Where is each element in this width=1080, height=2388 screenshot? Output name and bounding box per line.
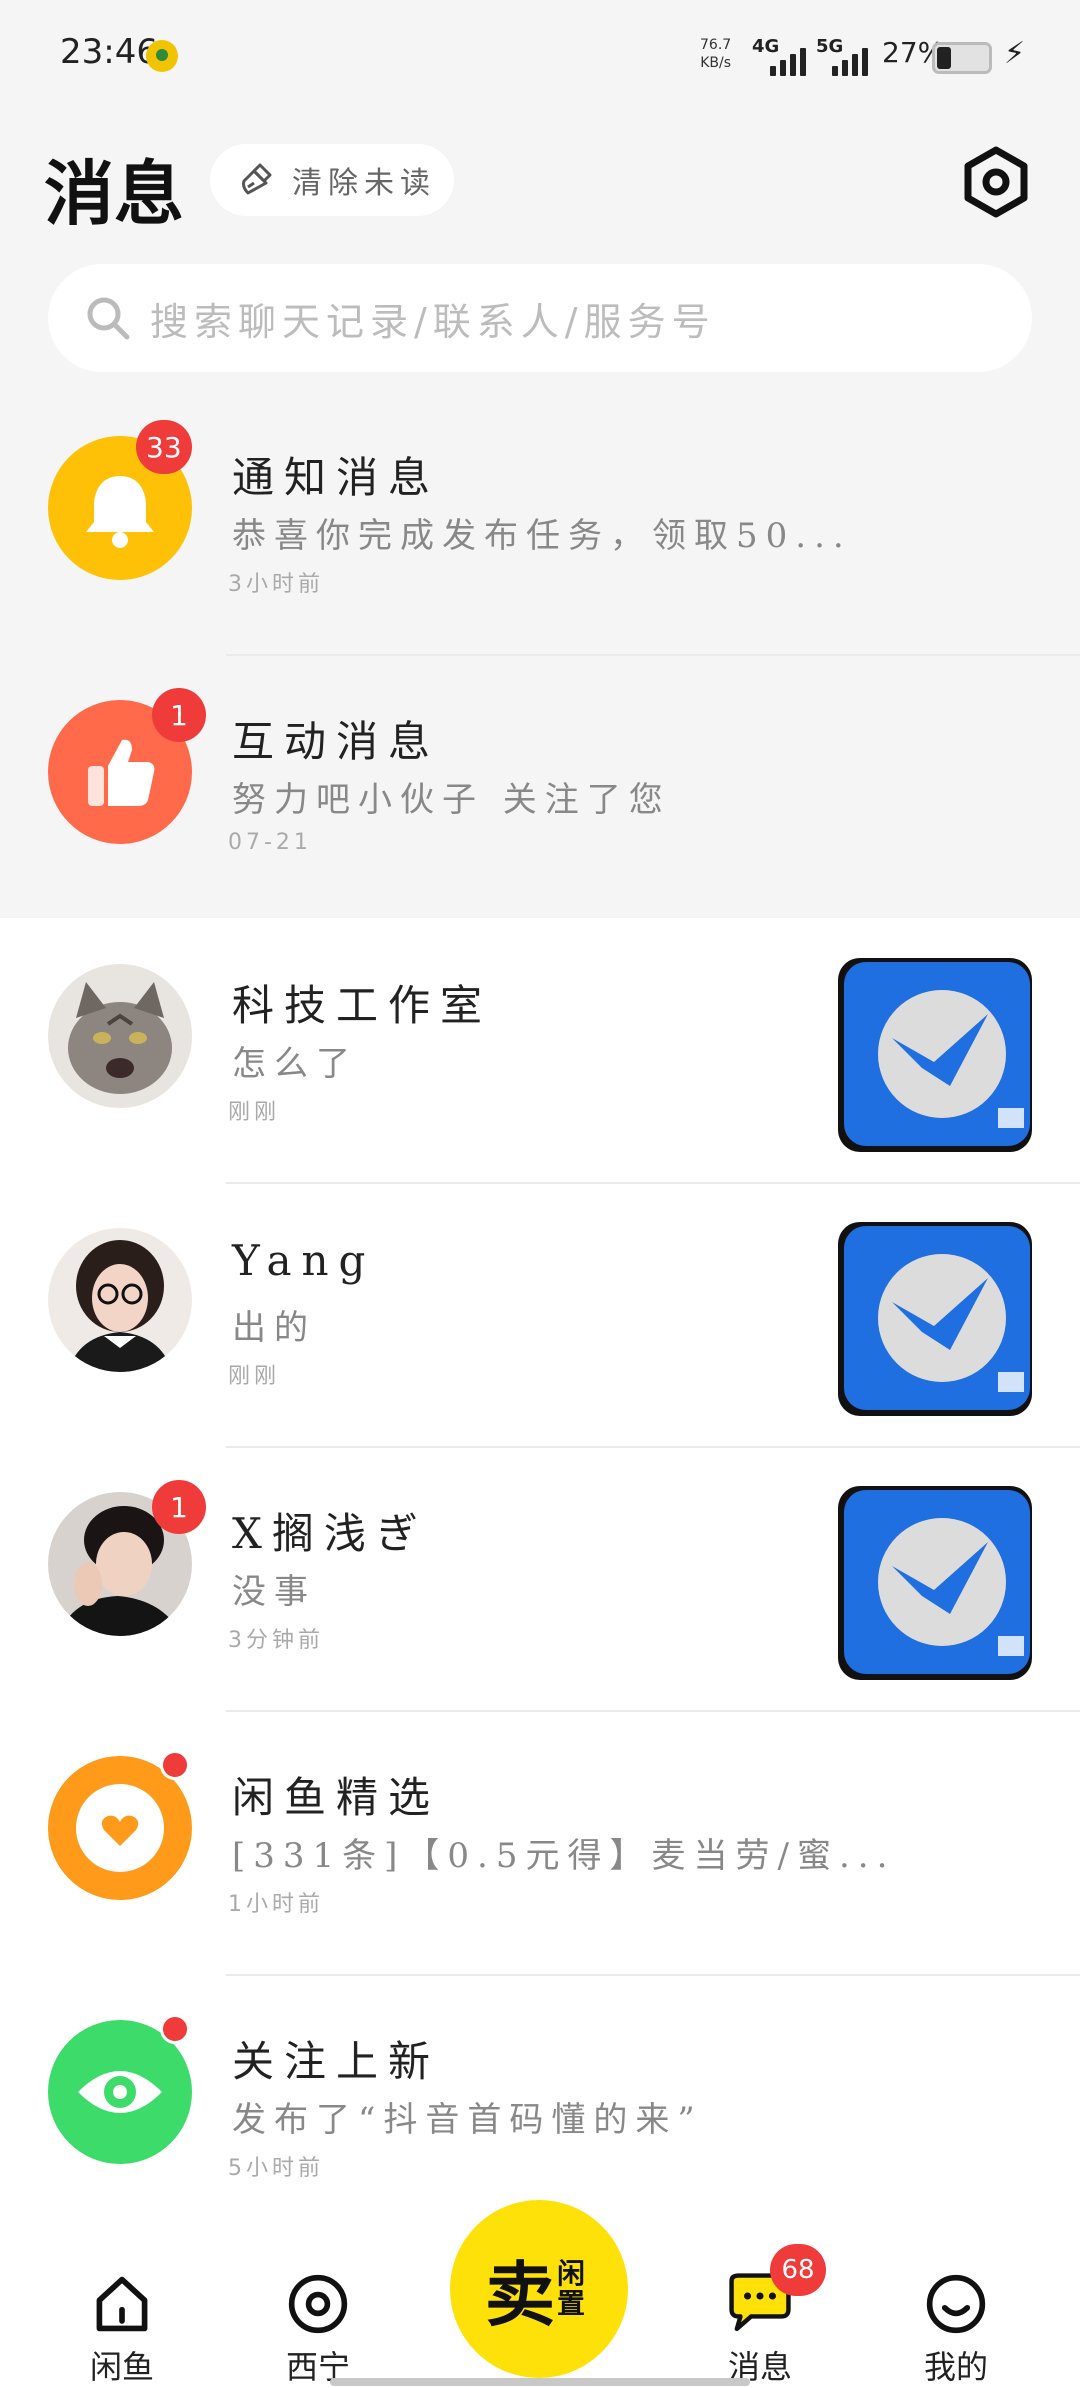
message-preview: 努力吧小伙子 关注了您 bbox=[232, 780, 671, 820]
list-item-chat[interactable]: 科技工作室 怎么了 刚刚 bbox=[0, 918, 1080, 1182]
list-item-chat[interactable]: Yang 出的 刚刚 bbox=[0, 1182, 1080, 1446]
app-thumbnail[interactable] bbox=[838, 958, 1032, 1152]
woman-glasses-avatar bbox=[48, 1228, 192, 1372]
unread-badge: 1 bbox=[152, 688, 206, 742]
tab-home[interactable]: 闲鱼 bbox=[52, 2272, 192, 2388]
cat-avatar bbox=[48, 964, 192, 1108]
message-title: 科技工作室 bbox=[232, 981, 493, 1030]
message-preview: 怎么了 bbox=[232, 1044, 358, 1084]
message-title: 通知消息 bbox=[232, 453, 441, 502]
tab-home-label: 闲鱼 bbox=[89, 2348, 154, 2386]
message-time: 07-21 bbox=[228, 830, 312, 855]
bottom-nav: 闲鱼 西宁 卖 闲置 消息 68 我的 bbox=[0, 2200, 1080, 2388]
list-item-chat[interactable]: 1 X搁浅ぎ 没事 3分钟前 bbox=[0, 1446, 1080, 1710]
messages-count-badge: 68 bbox=[770, 2244, 826, 2296]
tab-mine[interactable]: 我的 bbox=[886, 2272, 1026, 2388]
row-divider bbox=[226, 654, 1080, 656]
broom-icon bbox=[242, 163, 272, 195]
location-target-icon bbox=[288, 2274, 348, 2334]
list-item-follow[interactable]: 关注上新 发布了“抖音首码懂的来” 5小时前 bbox=[0, 1974, 1080, 2238]
home-indicator[interactable] bbox=[330, 2378, 750, 2386]
battery-icon bbox=[932, 42, 992, 74]
list-item-selection[interactable]: 闲鱼精选 [331条]【0.5元得】麦当劳/蜜... 1小时前 bbox=[0, 1710, 1080, 1974]
sell-button[interactable]: 卖 闲置 bbox=[450, 2200, 628, 2378]
message-title: 闲鱼精选 bbox=[232, 1773, 441, 1822]
charging-icon: ⚡ bbox=[1004, 36, 1026, 71]
row-divider bbox=[226, 1182, 1080, 1184]
network-speed: 76.7 KB/s bbox=[700, 36, 731, 72]
network-speed-value: 76.7 bbox=[700, 37, 732, 53]
search-placeholder: 搜索聊天记录/联系人/服务号 bbox=[150, 299, 716, 344]
message-preview: 出的 bbox=[232, 1308, 316, 1348]
message-preview: [331条]【0.5元得】麦当劳/蜜... bbox=[232, 1836, 896, 1876]
sell-main-label: 卖 bbox=[485, 2253, 555, 2336]
search-icon bbox=[87, 297, 130, 340]
search-input[interactable]: 搜索聊天记录/联系人/服务号 bbox=[48, 264, 1032, 372]
unread-dot bbox=[160, 1750, 190, 1780]
message-title: 互动消息 bbox=[232, 717, 441, 766]
app-notification-icon bbox=[146, 40, 178, 72]
sell-side-label: 闲置 bbox=[557, 2257, 586, 2320]
unread-dot bbox=[160, 2014, 190, 2044]
tab-city[interactable]: 西宁 bbox=[248, 2272, 388, 2388]
message-time: 刚刚 bbox=[228, 1100, 281, 1125]
message-title: 关注上新 bbox=[232, 2037, 441, 2086]
clear-unread-label: 清除未读 bbox=[292, 166, 436, 201]
settings-hex-icon bbox=[964, 146, 1028, 218]
message-time: 3小时前 bbox=[228, 572, 324, 597]
message-preview: 没事 bbox=[232, 1572, 316, 1612]
smiley-icon bbox=[926, 2274, 986, 2334]
home-icon bbox=[96, 2276, 148, 2332]
clear-unread-button[interactable]: 清除未读 bbox=[210, 144, 454, 216]
row-divider bbox=[226, 1710, 1080, 1712]
row-divider bbox=[226, 1974, 1080, 1976]
signal-bars-icon bbox=[832, 44, 868, 76]
message-time: 1小时前 bbox=[228, 1892, 324, 1917]
message-title: Yang bbox=[232, 1236, 376, 1285]
message-preview: 恭喜你完成发布任务，领取50... bbox=[232, 516, 852, 556]
list-item-notification[interactable]: 33 通知消息 恭喜你完成发布任务，领取50... 3小时前 bbox=[0, 390, 1080, 654]
message-title: X搁浅ぎ bbox=[232, 1509, 428, 1558]
message-time: 5小时前 bbox=[228, 2156, 324, 2181]
message-time: 3分钟前 bbox=[228, 1628, 324, 1653]
app-thumbnail[interactable] bbox=[838, 1486, 1032, 1680]
message-preview: 发布了“抖音首码懂的来” bbox=[232, 2100, 703, 2140]
settings-button[interactable] bbox=[960, 146, 1032, 218]
status-bar: 23:46 76.7 KB/s 4G 5G 27% ⚡ bbox=[0, 0, 1080, 110]
network-speed-unit: KB/s bbox=[700, 55, 731, 71]
unread-badge: 33 bbox=[136, 420, 192, 474]
app-thumbnail[interactable] bbox=[838, 1222, 1032, 1416]
unread-badge: 1 bbox=[152, 1480, 206, 1534]
page-title: 消息 bbox=[44, 153, 184, 235]
row-divider bbox=[226, 1446, 1080, 1448]
signal-bars-icon bbox=[770, 44, 806, 76]
tab-mine-label: 我的 bbox=[923, 2348, 988, 2386]
message-time: 刚刚 bbox=[228, 1364, 281, 1389]
status-time: 23:46 bbox=[60, 32, 158, 72]
list-item-interaction[interactable]: 1 互动消息 努力吧小伙子 关注了您 07-21 bbox=[0, 654, 1080, 918]
